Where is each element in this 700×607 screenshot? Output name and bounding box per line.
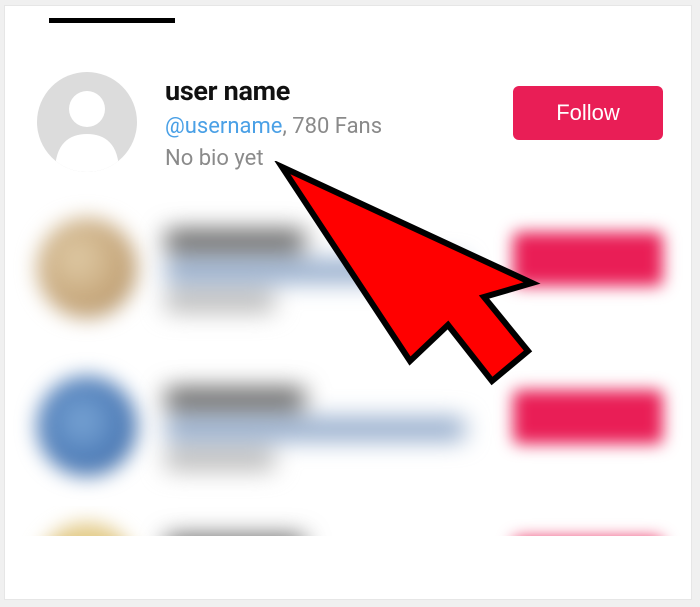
user-list-panel: user name @username, 780 Fans No bio yet… <box>4 5 692 600</box>
user-info <box>165 218 513 320</box>
active-tab-indicator <box>49 18 175 23</box>
sub-line: @username, 780 Fans <box>165 113 513 142</box>
user-info <box>165 376 513 478</box>
user-info: user name @username, 780 Fans No bio yet <box>165 72 513 171</box>
follow-button <box>513 232 663 286</box>
user-row-blurred <box>5 506 691 536</box>
user-row-blurred <box>5 190 691 348</box>
display-name: user name <box>165 76 513 107</box>
avatar <box>37 376 137 476</box>
user-row-blurred <box>5 348 691 506</box>
handle-link[interactable]: @username <box>165 114 282 139</box>
person-icon <box>37 72 137 172</box>
follow-button <box>513 390 663 444</box>
avatar <box>37 524 137 536</box>
avatar[interactable] <box>37 72 137 172</box>
user-info <box>165 524 513 536</box>
follow-button[interactable]: Follow <box>513 86 663 140</box>
fans-count: , 780 Fans <box>282 114 382 139</box>
user-row[interactable]: user name @username, 780 Fans No bio yet… <box>5 54 691 190</box>
bio-text: No bio yet <box>165 146 513 171</box>
avatar <box>37 218 137 318</box>
